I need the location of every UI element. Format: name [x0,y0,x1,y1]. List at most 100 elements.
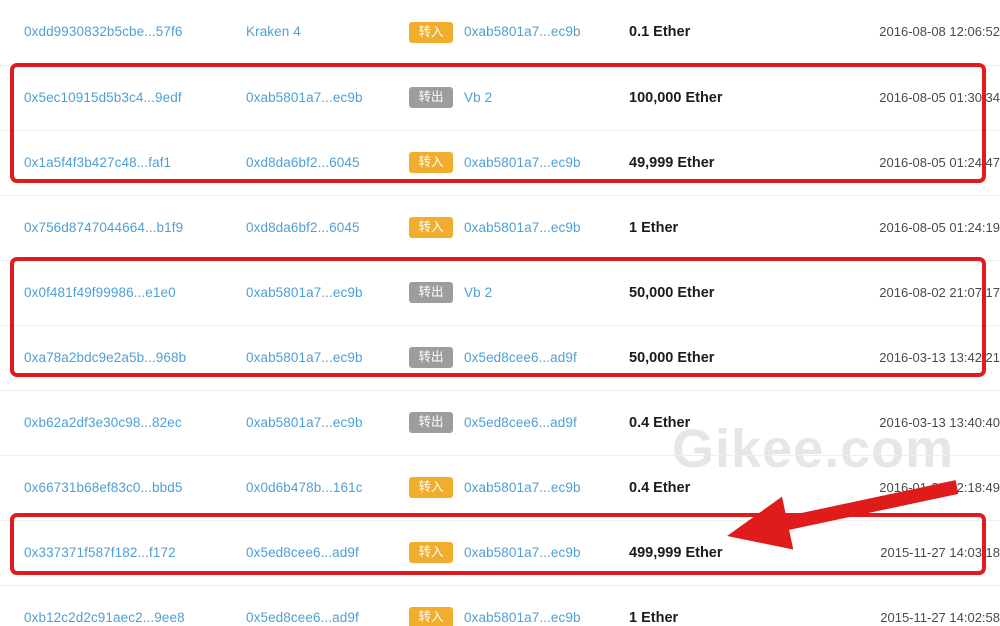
to-address-link[interactable]: 0xab5801a7...ec9b [464,220,581,235]
cell-tx-hash: 0x0f481f49f99986...e1e0 [0,260,246,326]
timestamp-text: 2016-08-05 01:24:19 [879,219,1000,235]
cell-tx-hash: 0xdd9930832b5cbe...57f6 [0,0,246,66]
value-amount: 1 Ether [629,609,679,626]
cell-to-address: 0xab5801a7...ec9b [464,455,629,521]
cell-timestamp: 2015-11-27 14:02:58 [844,585,1000,626]
table-row[interactable]: 0x337371f587f182...f172 0x5ed8cee6...ad9f… [0,520,1000,586]
timestamp-text: 2016-08-02 21:07:17 [879,284,1000,300]
cell-to-address: 0xab5801a7...ec9b [464,520,629,586]
from-address-link[interactable]: 0xd8da6bf2...6045 [246,155,360,170]
cell-timestamp: 2016-08-05 01:24:47 [844,130,1000,196]
tx-hash-link[interactable]: 0xb12c2d2c91aec2...9ee8 [24,610,185,625]
cell-timestamp: 2016-08-05 01:30:34 [844,65,1000,131]
cell-tx-hash: 0x5ec10915d5b3c4...9edf [0,65,246,131]
cell-direction: 转入 [409,520,464,586]
tx-hash-link[interactable]: 0xdd9930832b5cbe...57f6 [24,24,182,39]
table-row[interactable]: 0xb12c2d2c91aec2...9ee8 0x5ed8cee6...ad9f… [0,585,1000,626]
to-address-link[interactable]: 0xab5801a7...ec9b [464,610,581,625]
cell-direction: 转出 [409,65,464,131]
cell-timestamp: 2015-11-27 14:03:18 [844,520,1000,586]
table-row[interactable]: 0x66731b68ef83c0...bbd5 0x0d6b478b...161c… [0,455,1000,521]
tx-hash-link[interactable]: 0x66731b68ef83c0...bbd5 [24,480,182,495]
tx-hash-link[interactable]: 0xb62a2df3e30c98...82ec [24,415,182,430]
from-address-link[interactable]: 0xab5801a7...ec9b [246,415,363,430]
transactions-table-body: 0xdd9930832b5cbe...57f6 Kraken 4 转入 0xab580… [0,0,1000,626]
to-address-link[interactable]: 0x5ed8cee6...ad9f [464,415,577,430]
timestamp-text: 2016-01-29 22:18:49 [879,479,1000,495]
transactions-table: 0xdd9930832b5cbe...57f6 Kraken 4 转入 0xab580… [0,0,1000,626]
to-address-link[interactable]: 0xab5801a7...ec9b [464,24,581,39]
cell-value: 100,000 Ether [629,65,844,131]
tx-hash-link[interactable]: 0x756d8747044664...b1f9 [24,220,183,235]
tx-hash-link[interactable]: 0x5ec10915d5b3c4...9edf [24,90,182,105]
cell-value: 0.1 Ether [629,0,844,66]
timestamp-text: 2016-08-05 01:24:47 [879,154,1000,170]
cell-tx-hash: 0xb12c2d2c91aec2...9ee8 [0,585,246,626]
cell-from-address: 0xab5801a7...ec9b [246,390,409,456]
transfer-in-badge: 转入 [409,542,453,563]
cell-to-address: 0xab5801a7...ec9b [464,585,629,626]
tx-hash-link[interactable]: 0x0f481f49f99986...e1e0 [24,285,176,300]
transfer-in-badge: 转入 [409,152,453,173]
value-amount: 100,000 Ether [629,89,723,106]
cell-from-address: Kraken 4 [246,0,409,66]
cell-direction: 转出 [409,325,464,391]
tx-hash-link[interactable]: 0xa78a2bdc9e2a5b...968b [24,350,186,365]
cell-tx-hash: 0x66731b68ef83c0...bbd5 [0,455,246,521]
transfer-in-badge: 转入 [409,217,453,238]
cell-from-address: 0xab5801a7...ec9b [246,260,409,326]
cell-value: 0.4 Ether [629,390,844,456]
table-row[interactable]: 0xa78a2bdc9e2a5b...968b 0xab5801a7...ec9b… [0,325,1000,391]
from-address-link[interactable]: 0xd8da6bf2...6045 [246,220,360,235]
to-address-link[interactable]: 0xab5801a7...ec9b [464,155,581,170]
value-amount: 50,000 Ether [629,349,715,366]
cell-value: 49,999 Ether [629,130,844,196]
to-address-link[interactable]: 0xab5801a7...ec9b [464,480,581,495]
value-amount: 499,999 Ether [629,544,723,561]
timestamp-text: 2015-11-27 14:03:18 [880,544,1000,560]
cell-tx-hash: 0xb62a2df3e30c98...82ec [0,390,246,456]
cell-timestamp: 2016-08-05 01:24:19 [844,195,1000,261]
from-address-link[interactable]: 0x0d6b478b...161c [246,480,363,495]
cell-from-address: 0xd8da6bf2...6045 [246,195,409,261]
transfer-in-badge: 转入 [409,21,453,43]
to-address-link[interactable]: Vb 2 [464,285,492,300]
cell-from-address: 0xab5801a7...ec9b [246,325,409,391]
cell-tx-hash: 0x756d8747044664...b1f9 [0,195,246,261]
tx-hash-link[interactable]: 0x337371f587f182...f172 [24,545,176,560]
cell-to-address: Vb 2 [464,65,629,131]
cell-from-address: 0x5ed8cee6...ad9f [246,585,409,626]
cell-direction: 转出 [409,260,464,326]
transfer-in-badge: 转入 [409,607,453,626]
table-row[interactable]: 0xb62a2df3e30c98...82ec 0xab5801a7...ec9b… [0,390,1000,456]
tx-hash-link[interactable]: 0x1a5f4f3b427c48...faf1 [24,155,171,170]
table-row[interactable]: 0x0f481f49f99986...e1e0 0xab5801a7...ec9b… [0,260,1000,326]
from-address-link[interactable]: 0x5ed8cee6...ad9f [246,545,359,560]
from-address-link[interactable]: 0xab5801a7...ec9b [246,90,363,105]
to-address-link[interactable]: Vb 2 [464,90,492,105]
from-address-link[interactable]: 0xab5801a7...ec9b [246,285,363,300]
table-row[interactable]: 0x1a5f4f3b427c48...faf1 0xd8da6bf2...6045… [0,130,1000,196]
transfer-out-badge: 转出 [409,412,453,433]
value-amount: 0.4 Ether [629,414,691,431]
from-address-link[interactable]: Kraken 4 [246,24,301,39]
table-row[interactable]: 0x756d8747044664...b1f9 0xd8da6bf2...6045… [0,195,1000,261]
transfer-out-badge: 转出 [409,87,453,108]
cell-from-address: 0x0d6b478b...161c [246,455,409,521]
timestamp-text: 2016-03-13 13:42:21 [879,349,1000,365]
cell-value: 50,000 Ether [629,325,844,391]
from-address-link[interactable]: 0xab5801a7...ec9b [246,350,363,365]
table-row[interactable]: 0xdd9930832b5cbe...57f6 Kraken 4 转入 0xab580… [0,0,1000,66]
transfer-out-badge: 转出 [409,282,453,303]
cell-from-address: 0x5ed8cee6...ad9f [246,520,409,586]
to-address-link[interactable]: 0x5ed8cee6...ad9f [464,350,577,365]
cell-to-address: 0x5ed8cee6...ad9f [464,390,629,456]
table-row[interactable]: 0x5ec10915d5b3c4...9edf 0xab5801a7...ec9b… [0,65,1000,131]
cell-to-address: 0xab5801a7...ec9b [464,195,629,261]
to-address-link[interactable]: 0xab5801a7...ec9b [464,545,581,560]
cell-value: 1 Ether [629,195,844,261]
cell-tx-hash: 0xa78a2bdc9e2a5b...968b [0,325,246,391]
cell-value: 50,000 Ether [629,260,844,326]
from-address-link[interactable]: 0x5ed8cee6...ad9f [246,610,359,625]
cell-tx-hash: 0x337371f587f182...f172 [0,520,246,586]
